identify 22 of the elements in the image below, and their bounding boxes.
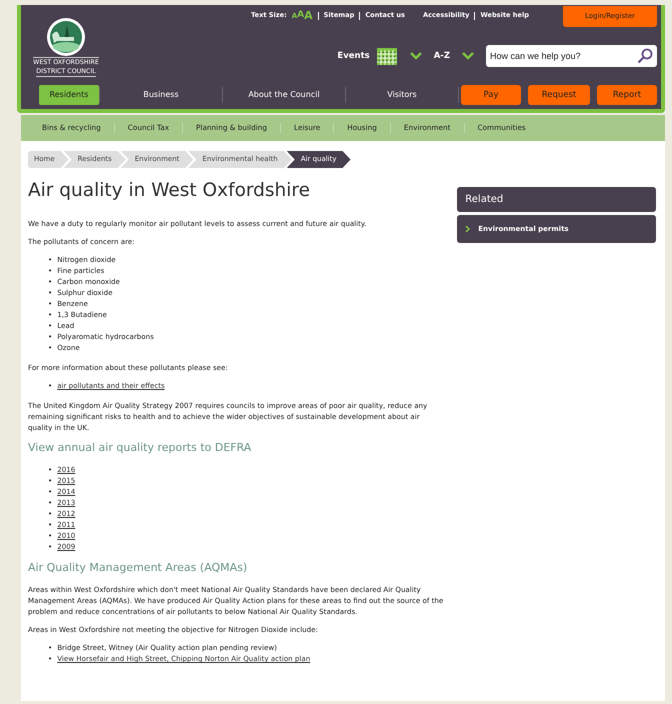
main-nav-tab[interactable]: Residents xyxy=(39,85,99,105)
chevron-right-icon xyxy=(465,225,470,233)
section-heading: View annual air quality reports to DEFRA xyxy=(28,441,252,454)
search-field[interactable]: How can we help you? xyxy=(486,45,657,67)
search-icon[interactable] xyxy=(637,48,653,64)
text-size-link[interactable]: A xyxy=(304,8,313,24)
text-size-link[interactable]: A xyxy=(297,9,304,23)
events-link[interactable]: Events xyxy=(337,50,370,62)
chevron-down-icon[interactable] xyxy=(410,52,422,60)
action-button[interactable]: Pay xyxy=(461,85,521,105)
a-z-link[interactable]: A-Z xyxy=(434,50,450,62)
main-nav-tab[interactable]: About the Council xyxy=(248,87,320,103)
section-heading: Air Quality Management Areas (AQMAs) xyxy=(28,561,248,574)
page-title: Air quality in West Oxfordshire xyxy=(28,179,312,203)
related-heading: Related xyxy=(457,187,656,212)
action-button[interactable]: Request xyxy=(528,85,590,105)
main-nav-tab[interactable]: Visitors xyxy=(387,87,417,103)
calendar-icon[interactable] xyxy=(376,46,398,66)
action-button[interactable]: Report xyxy=(597,85,657,105)
logo-emblem-icon xyxy=(46,17,86,57)
main-nav-tab[interactable]: Business xyxy=(143,87,179,103)
chevron-down-icon[interactable] xyxy=(462,52,474,60)
